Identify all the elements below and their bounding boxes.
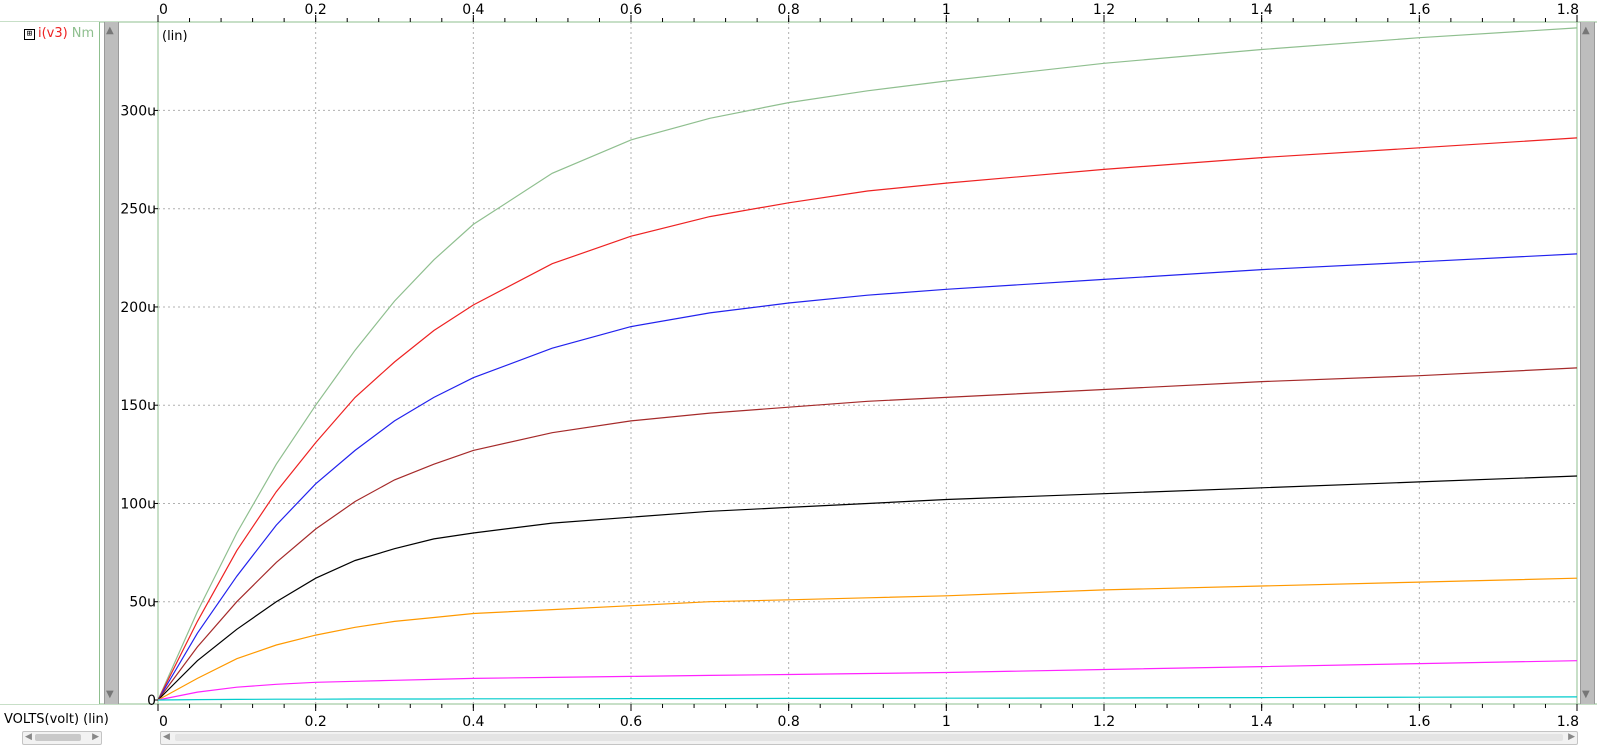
x-tick-label-top: 0.8	[778, 2, 800, 18]
x-tick-label-bottom: 1.4	[1251, 714, 1273, 730]
legend-panel: ⊞ i(v3) Nm	[0, 22, 100, 704]
right-vertical-scrollbar[interactable]: ▲ ▼	[1580, 22, 1595, 704]
grid	[158, 22, 1577, 704]
plot-series	[157, 27, 1578, 701]
series-line-8[interactable]	[157, 696, 1578, 701]
expand-icon[interactable]: ⊞	[24, 29, 35, 40]
scroll-left-arrow-icon[interactable]: ◀	[163, 732, 170, 743]
x-tick-label-top: 0.4	[462, 2, 484, 18]
scroll-up-arrow-icon[interactable]: ▲	[1582, 26, 1590, 36]
y-tick-label: 150u	[120, 398, 156, 414]
x-tick-label-top: 0.6	[620, 2, 642, 18]
x-tick-label-top: 0	[159, 2, 168, 18]
legend-entry[interactable]: ⊞ i(v3) Nm	[24, 26, 94, 41]
x-tick-label-top: 1	[942, 2, 951, 18]
series-line-5[interactable]	[157, 475, 1578, 701]
x-tick-label-bottom: 0.6	[620, 714, 642, 730]
series-line-1[interactable]	[157, 27, 1578, 701]
top-x-axis: 0 0.2 0.4 0.6 0.8 1 1.2 1.4 1.6 1.8	[157, 2, 1579, 22]
plot-horizontal-scrollbar[interactable]: ◀ ▶	[160, 731, 1578, 745]
x-tick-label-top: 1.2	[1093, 2, 1115, 18]
x-tick-label-top: 1.6	[1408, 2, 1430, 18]
y-tick-label: 50u	[129, 595, 156, 611]
x-tick-label-bottom: 1.6	[1408, 714, 1430, 730]
x-tick-label-bottom: 0.8	[778, 714, 800, 730]
x-tick-label-top: 1.8	[1557, 2, 1579, 18]
y-tick-label: 200u	[120, 300, 156, 316]
scroll-down-arrow-icon[interactable]: ▼	[1582, 690, 1590, 700]
series-line-7[interactable]	[157, 660, 1578, 701]
y-tick-label: 250u	[120, 202, 156, 218]
scroll-thumb[interactable]	[35, 734, 81, 741]
legend-curve-name[interactable]: Nm	[72, 26, 94, 41]
scroll-down-arrow-icon[interactable]: ▼	[106, 690, 114, 700]
y-axis: 0 50u 100u 150u 200u 250u 300u	[120, 103, 158, 709]
x-tick-label-bottom: 0.4	[462, 714, 484, 730]
waveform-viewer: 0 0.2 0.4 0.6 0.8 1 1.2 1.4 1.6 1.8 0 0.2 0.4 0.6 0.8…	[0, 2, 1597, 730]
series-line-4[interactable]	[157, 367, 1578, 701]
left-vertical-scrollbar[interactable]: ▲ ▼	[104, 22, 119, 704]
scroll-up-arrow-icon[interactable]: ▲	[106, 26, 114, 36]
x-tick-label-top: 0.2	[305, 2, 327, 18]
x-tick-label-bottom: 0	[159, 714, 168, 730]
y-axis-label: (lin)	[162, 29, 188, 44]
x-tick-label-bottom: 0.2	[305, 714, 327, 730]
x-tick-label-bottom: 1	[942, 714, 951, 730]
scroll-thumb[interactable]	[175, 734, 1563, 741]
y-tick-label: 100u	[120, 496, 156, 512]
legend-signal-name[interactable]: i(v3)	[38, 26, 68, 41]
scroll-right-arrow-icon[interactable]: ▶	[92, 732, 99, 743]
series-line-3[interactable]	[157, 253, 1578, 701]
legend-horizontal-scrollbar[interactable]: ◀ ▶	[22, 731, 102, 745]
x-tick-label-bottom: 1.8	[1557, 714, 1579, 730]
scroll-right-arrow-icon[interactable]: ▶	[1568, 732, 1575, 743]
y-tick-label: 300u	[120, 103, 156, 119]
bottom-x-axis: 0 0.2 0.4 0.6 0.8 1 1.2 1.4 1.6 1.8	[157, 704, 1579, 730]
y-tick-label: 0	[147, 693, 156, 709]
x-tick-label-top: 1.4	[1251, 2, 1273, 18]
series-line-6[interactable]	[157, 577, 1578, 701]
x-axis-name: VOLTS(volt) (lin)	[4, 712, 109, 727]
scroll-left-arrow-icon[interactable]: ◀	[25, 732, 32, 743]
x-tick-label-bottom: 1.2	[1093, 714, 1115, 730]
series-line-2[interactable]	[157, 137, 1578, 701]
